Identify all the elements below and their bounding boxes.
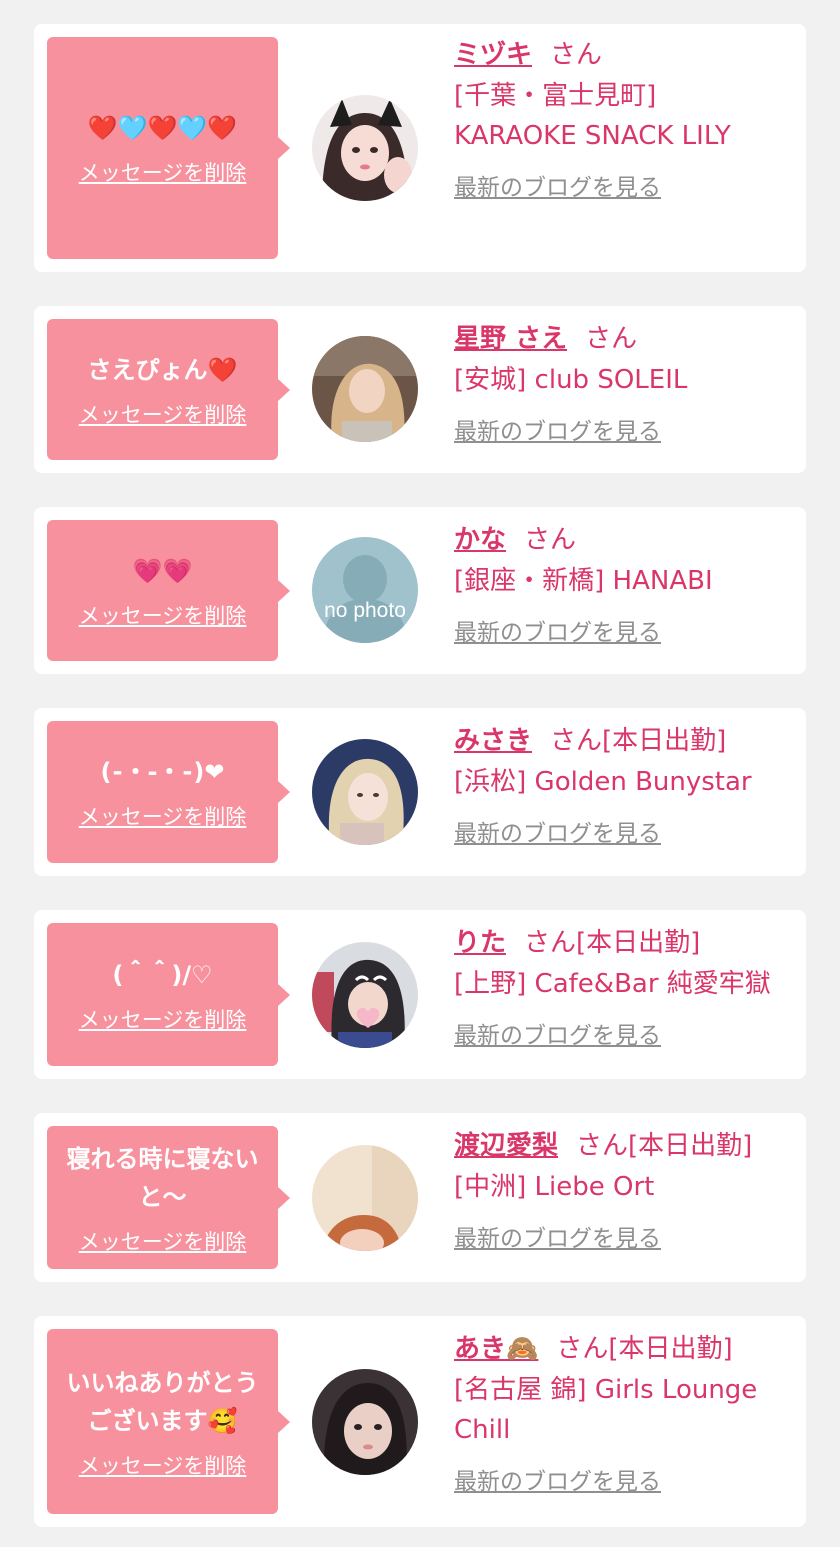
shop-name: [銀座・新橋] HANABI bbox=[454, 566, 713, 596]
profile-name-link[interactable]: あき🙈 bbox=[454, 1334, 538, 1364]
avatar[interactable] bbox=[312, 1369, 418, 1475]
avatar[interactable] bbox=[312, 739, 418, 845]
message-card: さえぴょん❤️ メッセージを削除 星野 さえ さん [安城] club SOLEI… bbox=[34, 306, 806, 473]
attendance-badge: [本日出勤] bbox=[576, 928, 701, 958]
message-card: 💗💗 メッセージを削除 no photo かな さん [銀座・新橋] HANABI… bbox=[34, 507, 806, 674]
message-bubble: 寝れる時に寝ないと〜 メッセージを削除 bbox=[47, 1126, 290, 1269]
latest-blog-link[interactable]: 最新のブログを見る bbox=[454, 1016, 661, 1050]
avatar[interactable] bbox=[312, 942, 418, 1048]
delete-message-link[interactable]: メッセージを削除 bbox=[79, 600, 247, 630]
message-bubble: (＾＾)/♡ メッセージを削除 bbox=[47, 923, 290, 1066]
message-bubble: さえぴょん❤️ メッセージを削除 bbox=[47, 319, 290, 460]
message-card: (＾＾)/♡ メッセージを削除 りた さん[本日出勤] [上野] Cafe&Bar… bbox=[34, 910, 806, 1079]
latest-blog-link[interactable]: 最新のブログを見る bbox=[454, 1219, 661, 1253]
profile-info: みさき さん[本日出勤] [浜松] Golden Bunystar 最新のブログを… bbox=[454, 722, 799, 848]
avatar[interactable] bbox=[312, 95, 418, 201]
honorific: さん bbox=[524, 928, 577, 958]
profile-name-link[interactable]: 渡辺愛梨 bbox=[454, 1131, 558, 1161]
profile-info: ミヅキ さん [千葉・富士見町] KARAOKE SNACK LILY 最新のブロ… bbox=[454, 36, 799, 202]
shop-name: [浜松] Golden Bunystar bbox=[454, 767, 752, 797]
latest-blog-link[interactable]: 最新のブログを見る bbox=[454, 814, 661, 848]
delete-message-link[interactable]: メッセージを削除 bbox=[79, 1226, 247, 1256]
profile-info: かな さん [銀座・新橋] HANABI 最新のブログを見る bbox=[454, 521, 799, 647]
attendance-badge: [本日出勤] bbox=[608, 1334, 733, 1364]
message-text: 寝れる時に寝ないと〜 bbox=[66, 1144, 259, 1211]
message-card: 寝れる時に寝ないと〜 メッセージを削除 渡辺愛梨 さん[本日出勤] [中洲] Li… bbox=[34, 1113, 806, 1282]
shop-name: [中洲] Liebe Ort bbox=[454, 1172, 655, 1202]
shop-name: [千葉・富士見町] KARAOKE SNACK LILY bbox=[454, 81, 731, 151]
honorific: さん bbox=[585, 324, 638, 354]
delete-message-link[interactable]: メッセージを削除 bbox=[79, 157, 247, 187]
profile-info: 星野 さえ さん [安城] club SOLEIL 最新のブログを見る bbox=[454, 320, 799, 446]
message-text: (＾＾)/♡ bbox=[112, 960, 213, 989]
attendance-badge: [本日出勤] bbox=[628, 1131, 753, 1161]
delete-message-link[interactable]: メッセージを削除 bbox=[79, 1450, 247, 1480]
message-text: いいねありがとうございます🥰 bbox=[66, 1368, 259, 1435]
message-bubble: (⁃・‐・⁃)❤ メッセージを削除 bbox=[47, 721, 290, 863]
profile-name-link[interactable]: ミヅキ bbox=[454, 40, 532, 70]
profile-name-link[interactable]: かな bbox=[454, 525, 506, 555]
attendance-badge: [本日出勤] bbox=[602, 726, 727, 756]
honorific: さん bbox=[576, 1131, 629, 1161]
profile-info: あき🙈 さん[本日出勤] [名古屋 錦] Girls Lounge Chill 最… bbox=[454, 1330, 799, 1496]
latest-blog-link[interactable]: 最新のブログを見る bbox=[454, 412, 661, 446]
shop-name: [上野] Cafe&Bar 純愛牢獄 bbox=[454, 969, 771, 999]
latest-blog-link[interactable]: 最新のブログを見る bbox=[454, 1462, 661, 1496]
message-bubble: いいねありがとうございます🥰 メッセージを削除 bbox=[47, 1329, 290, 1514]
profile-info: 渡辺愛梨 さん[本日出勤] [中洲] Liebe Ort 最新のブログを見る bbox=[454, 1127, 799, 1253]
message-bubble: 💗💗 メッセージを削除 bbox=[47, 520, 290, 661]
honorific: さん bbox=[550, 726, 603, 756]
avatar[interactable]: no photo bbox=[312, 537, 418, 643]
delete-message-link[interactable]: メッセージを削除 bbox=[79, 399, 247, 429]
delete-message-link[interactable]: メッセージを削除 bbox=[79, 1004, 247, 1034]
message-bubble: ❤️🩵❤️🩵❤️ メッセージを削除 bbox=[47, 37, 290, 259]
delete-message-link[interactable]: メッセージを削除 bbox=[79, 801, 247, 831]
message-text: さえぴょん❤️ bbox=[87, 355, 238, 384]
no-photo-label: no photo bbox=[324, 599, 406, 622]
shop-name: [名古屋 錦] Girls Lounge Chill bbox=[454, 1375, 758, 1445]
honorific: さん bbox=[556, 1334, 609, 1364]
avatar[interactable] bbox=[312, 1145, 418, 1251]
message-card: いいねありがとうございます🥰 メッセージを削除 あき🙈 さん[本日出勤] [名古屋… bbox=[34, 1316, 806, 1527]
honorific: さん bbox=[524, 525, 577, 555]
message-list: ❤️🩵❤️🩵❤️ メッセージを削除 ミヅキ さん [千葉・富士見町] KARAOK bbox=[0, 0, 840, 1547]
latest-blog-link[interactable]: 最新のブログを見る bbox=[454, 613, 661, 647]
latest-blog-link[interactable]: 最新のブログを見る bbox=[454, 168, 661, 202]
message-text: (⁃・‐・⁃)❤ bbox=[100, 758, 225, 786]
message-text: 💗💗 bbox=[132, 556, 193, 585]
avatar[interactable] bbox=[312, 336, 418, 442]
shop-name: [安城] club SOLEIL bbox=[454, 365, 688, 395]
profile-info: りた さん[本日出勤] [上野] Cafe&Bar 純愛牢獄 最新のブログを見る bbox=[454, 924, 799, 1050]
profile-name-link[interactable]: りた bbox=[454, 928, 506, 958]
profile-name-link[interactable]: 星野 さえ bbox=[454, 324, 567, 354]
message-card: (⁃・‐・⁃)❤ メッセージを削除 みさき さん[本日出勤] [浜松] Golde… bbox=[34, 708, 806, 876]
message-card: ❤️🩵❤️🩵❤️ メッセージを削除 ミヅキ さん [千葉・富士見町] KARAOK bbox=[34, 24, 806, 272]
honorific: さん bbox=[550, 40, 603, 70]
profile-name-link[interactable]: みさき bbox=[454, 726, 532, 756]
message-text: ❤️🩵❤️🩵❤️ bbox=[87, 114, 238, 142]
